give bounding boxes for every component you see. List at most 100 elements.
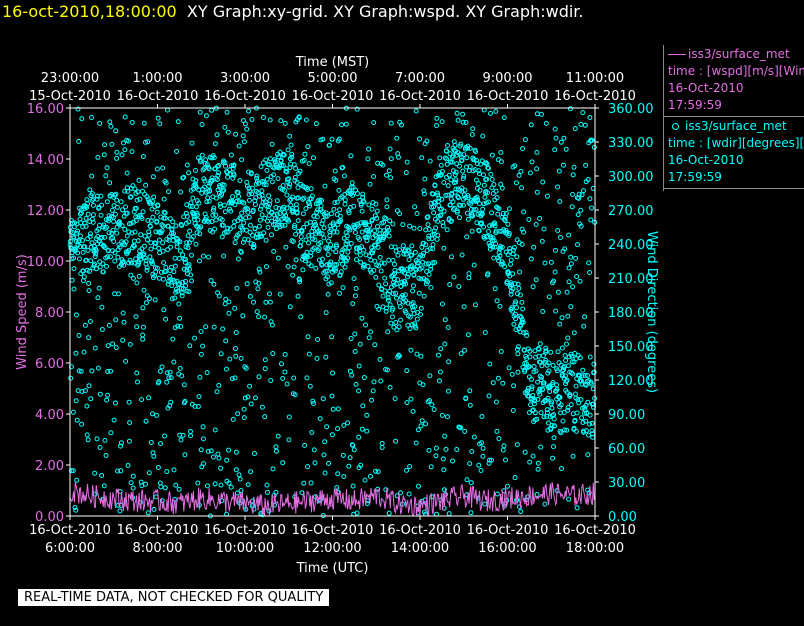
wdir-point [559, 315, 565, 321]
wdir-point [283, 244, 289, 250]
wdir-point [148, 440, 154, 445]
wdir-point [152, 297, 158, 303]
wdir-point [410, 408, 416, 414]
wdir-point [518, 168, 524, 174]
wdir-point [460, 111, 466, 117]
wdir-point [534, 111, 540, 117]
wdir-point [428, 464, 434, 470]
wdir-point [287, 133, 293, 139]
wdir-point [388, 320, 394, 326]
wdir-point [573, 383, 579, 389]
wdir-point [413, 440, 419, 446]
wdir-point [447, 282, 453, 287]
wdir-point [262, 366, 268, 372]
wdir-point [343, 241, 349, 247]
wdir-point [522, 137, 528, 143]
wdir-point [143, 182, 149, 188]
wdir-point [88, 231, 93, 237]
wdir-point [587, 115, 593, 120]
wdir-point [462, 347, 467, 353]
wdir-point [578, 121, 584, 127]
wdir-point [228, 484, 234, 490]
wdir-point [314, 356, 320, 361]
wdir-point [370, 388, 376, 394]
wdir-point [303, 206, 309, 212]
wdir-point [578, 207, 584, 213]
top-tick-time: 1:00:00 [132, 71, 182, 86]
wdir-point [119, 152, 125, 158]
wdir-point [531, 364, 537, 369]
wdir-point [552, 269, 558, 275]
wdir-point [153, 494, 159, 500]
wdir-point [412, 249, 418, 255]
wdir-point [176, 301, 182, 307]
wdir-point [188, 433, 193, 439]
wdir-point [144, 265, 150, 271]
wdir-point [494, 491, 500, 497]
wdir-point [418, 353, 424, 359]
wdir-point [175, 119, 181, 125]
wdir-point [341, 173, 347, 179]
wdir-point [106, 322, 112, 328]
wdir-point [99, 304, 105, 310]
wdir-point [577, 278, 583, 284]
wdir-point [416, 483, 421, 489]
wdir-point [199, 190, 205, 196]
wdir-point [348, 336, 354, 341]
wdir-point [336, 187, 342, 193]
wdir-point [445, 414, 450, 420]
wdir-point [219, 234, 225, 240]
wdir-point [392, 396, 398, 402]
wdir-point [255, 286, 261, 292]
wdir-point [390, 221, 396, 227]
wdir-point [154, 209, 160, 215]
wdir-point [589, 420, 595, 426]
wdir-point [130, 275, 136, 281]
wdir-point [556, 360, 562, 366]
wdir-point [526, 217, 532, 222]
wdir-point [180, 252, 186, 258]
wdir-point [170, 219, 176, 225]
wdir-point [356, 363, 362, 369]
wdir-point [216, 170, 222, 176]
wdir-point [221, 202, 227, 208]
wdir-point [426, 271, 432, 277]
wdir-point [269, 179, 275, 185]
wdir-point [224, 457, 230, 463]
wdir-point [457, 163, 462, 169]
wdir-point [256, 374, 262, 380]
wdir-point [151, 506, 157, 512]
wdir-point [188, 429, 193, 434]
wdir-point [404, 467, 409, 473]
wdir-point [221, 253, 226, 259]
wdir-point [359, 229, 365, 235]
wdir-point [343, 121, 349, 127]
wdir-point [200, 424, 206, 430]
wdir-point [534, 166, 540, 172]
wdir-point [570, 192, 575, 197]
wdir-point [454, 110, 460, 116]
wdir-point [387, 146, 393, 152]
wdir-point [147, 254, 153, 260]
wdir-point [514, 305, 519, 311]
wdir-point [481, 107, 487, 113]
wdir-point [85, 437, 91, 443]
wdir-point [368, 329, 374, 335]
wdir-point [555, 184, 560, 190]
wdir-point [371, 174, 376, 179]
wdir-point [233, 449, 239, 455]
wdir-point [275, 433, 281, 439]
wdir-point [103, 453, 109, 458]
wdir-point [187, 343, 193, 349]
wdir-point [476, 181, 481, 187]
wdir-point [534, 149, 540, 155]
wdir-point [215, 451, 221, 457]
wdir-point [363, 322, 368, 328]
wdir-point [123, 204, 128, 210]
wdir-point [462, 429, 468, 434]
wdir-point [126, 399, 132, 405]
wdir-point [288, 142, 294, 148]
wdir-point [213, 195, 219, 201]
wdir-point [76, 333, 82, 338]
wdir-point [267, 299, 273, 305]
